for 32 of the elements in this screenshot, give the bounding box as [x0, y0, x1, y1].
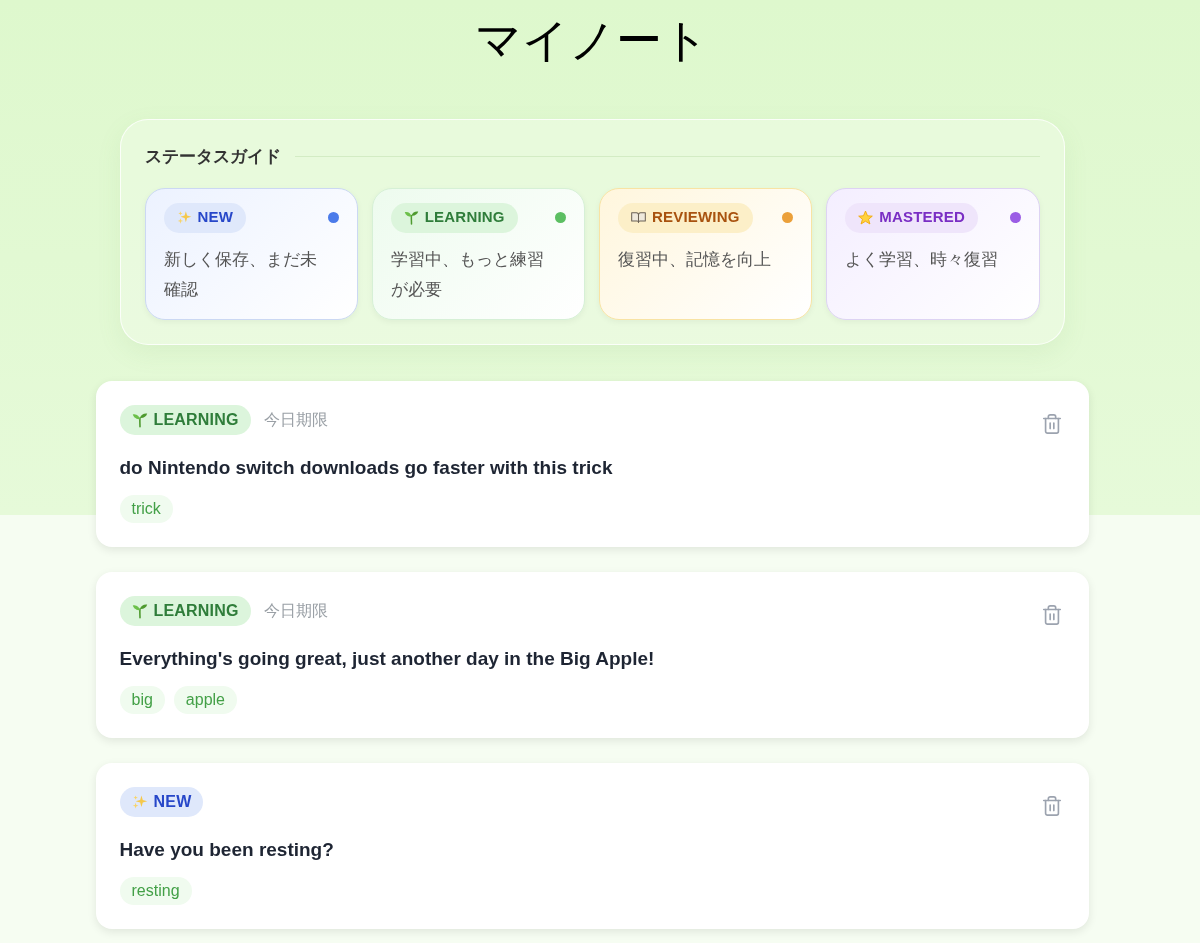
status-badge: LEARNING [390, 202, 518, 233]
trash-icon [1040, 412, 1063, 435]
sprout-icon [131, 411, 148, 428]
note-title: Have you been resting? [119, 837, 334, 862]
status-badge: NEW [119, 786, 204, 817]
star-icon [858, 210, 874, 225]
due-date-label: 今日期限 [263, 600, 328, 621]
status-guide-heading: ステータスガイド [144, 146, 281, 168]
status-badge: REVIEWING [618, 202, 753, 233]
tag-chip[interactable]: resting [119, 876, 192, 905]
status-badge: MASTERED [845, 202, 979, 233]
status-badge: LEARNING [119, 404, 251, 435]
trash-icon [1040, 603, 1063, 626]
sparkle-icon [131, 793, 148, 810]
note-title: Everything's going great, just another day in the Big Apple! [119, 646, 655, 671]
sparkle-icon [176, 210, 192, 225]
page-title: マイノート [475, 13, 709, 68]
status-badge: NEW [163, 202, 247, 233]
status-description: 学習中、もっと練習が必要 [390, 248, 545, 301]
status-badge: LEARNING [119, 595, 251, 626]
sprout-icon [403, 210, 419, 225]
tag-chip[interactable]: apple [173, 685, 237, 714]
tag-chip[interactable]: big [119, 685, 165, 714]
status-description: 新しく保存、まだ未確認 [163, 248, 318, 301]
sprout-icon [131, 602, 148, 619]
book-icon [631, 210, 646, 225]
trash-icon [1040, 794, 1063, 817]
tag-chip[interactable]: trick [119, 494, 173, 523]
status-description: よく学習、時々復習 [845, 248, 1000, 271]
status-description: 復習中、記憶を向上 [618, 248, 772, 271]
due-date-label: 今日期限 [263, 409, 328, 430]
note-title: do Nintendo switch downloads go faster with this trick [119, 455, 613, 480]
